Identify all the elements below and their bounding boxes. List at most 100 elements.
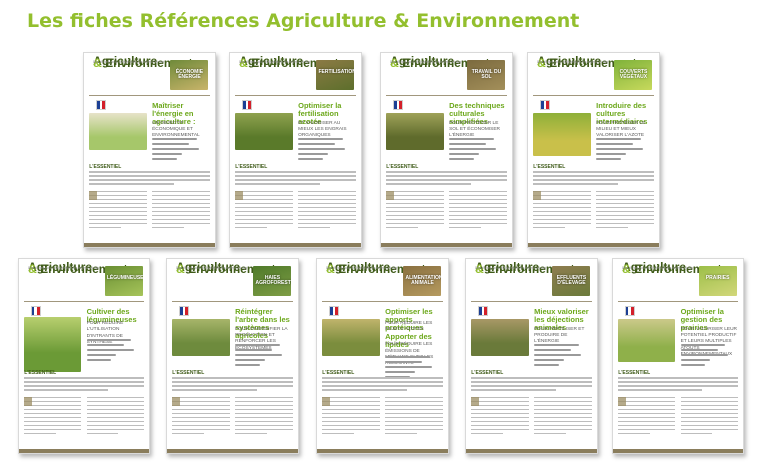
drop-cap (172, 396, 181, 407)
text-line (386, 198, 444, 201)
text-line (385, 432, 417, 435)
drop-cap (89, 190, 98, 201)
summary-line (152, 148, 200, 151)
body-column (533, 190, 591, 231)
flag-stripe (248, 100, 252, 110)
text-line (322, 424, 380, 427)
text-line (152, 210, 210, 213)
text-line (385, 400, 443, 403)
text-line (235, 404, 293, 407)
text-line (471, 420, 529, 423)
drop-cap (533, 190, 542, 201)
text-line (471, 424, 529, 427)
text-line (385, 424, 443, 427)
summary-line (298, 138, 343, 141)
summary-line (449, 158, 474, 161)
fiche-card[interactable]: Agriculture & Environnement Des fiches pou… (229, 52, 362, 248)
theme-label: EFFLUENTS D'ÉLEVAGE (556, 275, 587, 287)
body-column (449, 190, 507, 231)
essential-text (533, 171, 654, 187)
theme-thumbnail: TRAVAIL DU SOL (467, 59, 506, 90)
text-line (89, 198, 147, 201)
text-line (24, 420, 82, 423)
fiche-subtitle: et valoriser au mieux les engrais organi… (298, 120, 347, 139)
summary-line (449, 138, 494, 141)
flag-stripe (102, 100, 106, 110)
body-column (680, 396, 738, 437)
text-line (235, 214, 293, 217)
theme-thumbnail: LÉGUMINEUSES (104, 265, 143, 296)
text-line (596, 198, 654, 201)
summary-line (449, 153, 479, 156)
text-line (386, 202, 444, 205)
text-line (86, 404, 144, 407)
text-line (152, 194, 210, 197)
text-line (596, 206, 654, 209)
text-line (172, 404, 230, 407)
republique-logo (241, 99, 253, 111)
summary-line (534, 349, 572, 352)
text-line (24, 424, 82, 427)
text-line (471, 432, 503, 435)
header-rule (618, 300, 738, 302)
essential-heading: L'ESSENTIEL (618, 369, 651, 376)
body-column (322, 396, 380, 437)
drop-cap (471, 396, 480, 407)
text-line (386, 206, 444, 209)
text-line (172, 420, 230, 423)
summary-line (86, 348, 134, 351)
fiche-card[interactable]: Agriculture & Environnement Des fiches pou… (83, 52, 216, 248)
text-line (618, 404, 676, 407)
footer-band (167, 449, 298, 453)
text-line (322, 385, 443, 387)
text-line (618, 432, 650, 435)
footer-band (381, 243, 512, 247)
fiche-card[interactable]: Agriculture & Environnement Des fiches pou… (166, 258, 299, 454)
text-line (449, 206, 507, 209)
header-rule (322, 300, 443, 302)
republique-logo (477, 305, 489, 317)
flag-stripe (631, 306, 635, 316)
flag-stripe (546, 100, 550, 110)
text-line (534, 396, 592, 399)
essential-text (24, 377, 144, 393)
fiche-card[interactable]: Agriculture & Environnement Des fiches pou… (527, 52, 660, 248)
text-line (172, 408, 230, 411)
fiche-card[interactable]: Agriculture & Environnement Des fiches pou… (612, 258, 744, 454)
fiche-card[interactable]: Agriculture & Environnement Des fiches pou… (316, 258, 449, 454)
fiche-card[interactable]: Agriculture & Environnement Des fiches pou… (465, 258, 598, 454)
text-line (533, 218, 591, 221)
text-line (172, 377, 293, 379)
text-line (235, 412, 293, 415)
footer-band (230, 243, 361, 247)
text-line (680, 412, 738, 415)
text-line (596, 202, 654, 205)
drop-cap (618, 396, 626, 407)
flag-stripe (335, 306, 339, 316)
text-line (322, 404, 380, 407)
text-line (89, 194, 147, 197)
text-line (449, 214, 507, 217)
text-line (89, 190, 147, 193)
text-line (322, 408, 380, 411)
summary-line (680, 349, 718, 352)
summary-line (449, 148, 497, 151)
text-line (235, 226, 267, 229)
text-line (86, 396, 144, 399)
essential-heading: L'ESSENTIEL (235, 163, 268, 170)
text-line (596, 218, 654, 221)
text-line (86, 408, 144, 411)
text-line (471, 408, 529, 411)
text-line (533, 171, 654, 173)
text-line (618, 385, 738, 387)
text-line (618, 412, 676, 415)
cover-photo (618, 319, 676, 362)
fiche-card[interactable]: Agriculture & Environnement Des fiches pou… (380, 52, 513, 248)
text-line (322, 381, 443, 383)
text-line (533, 179, 654, 181)
fiche-card[interactable]: Agriculture & Environnement Des fiches pou… (18, 258, 150, 454)
text-line (533, 190, 591, 193)
text-line (385, 412, 443, 415)
text-line (449, 198, 507, 201)
text-line (89, 183, 174, 185)
